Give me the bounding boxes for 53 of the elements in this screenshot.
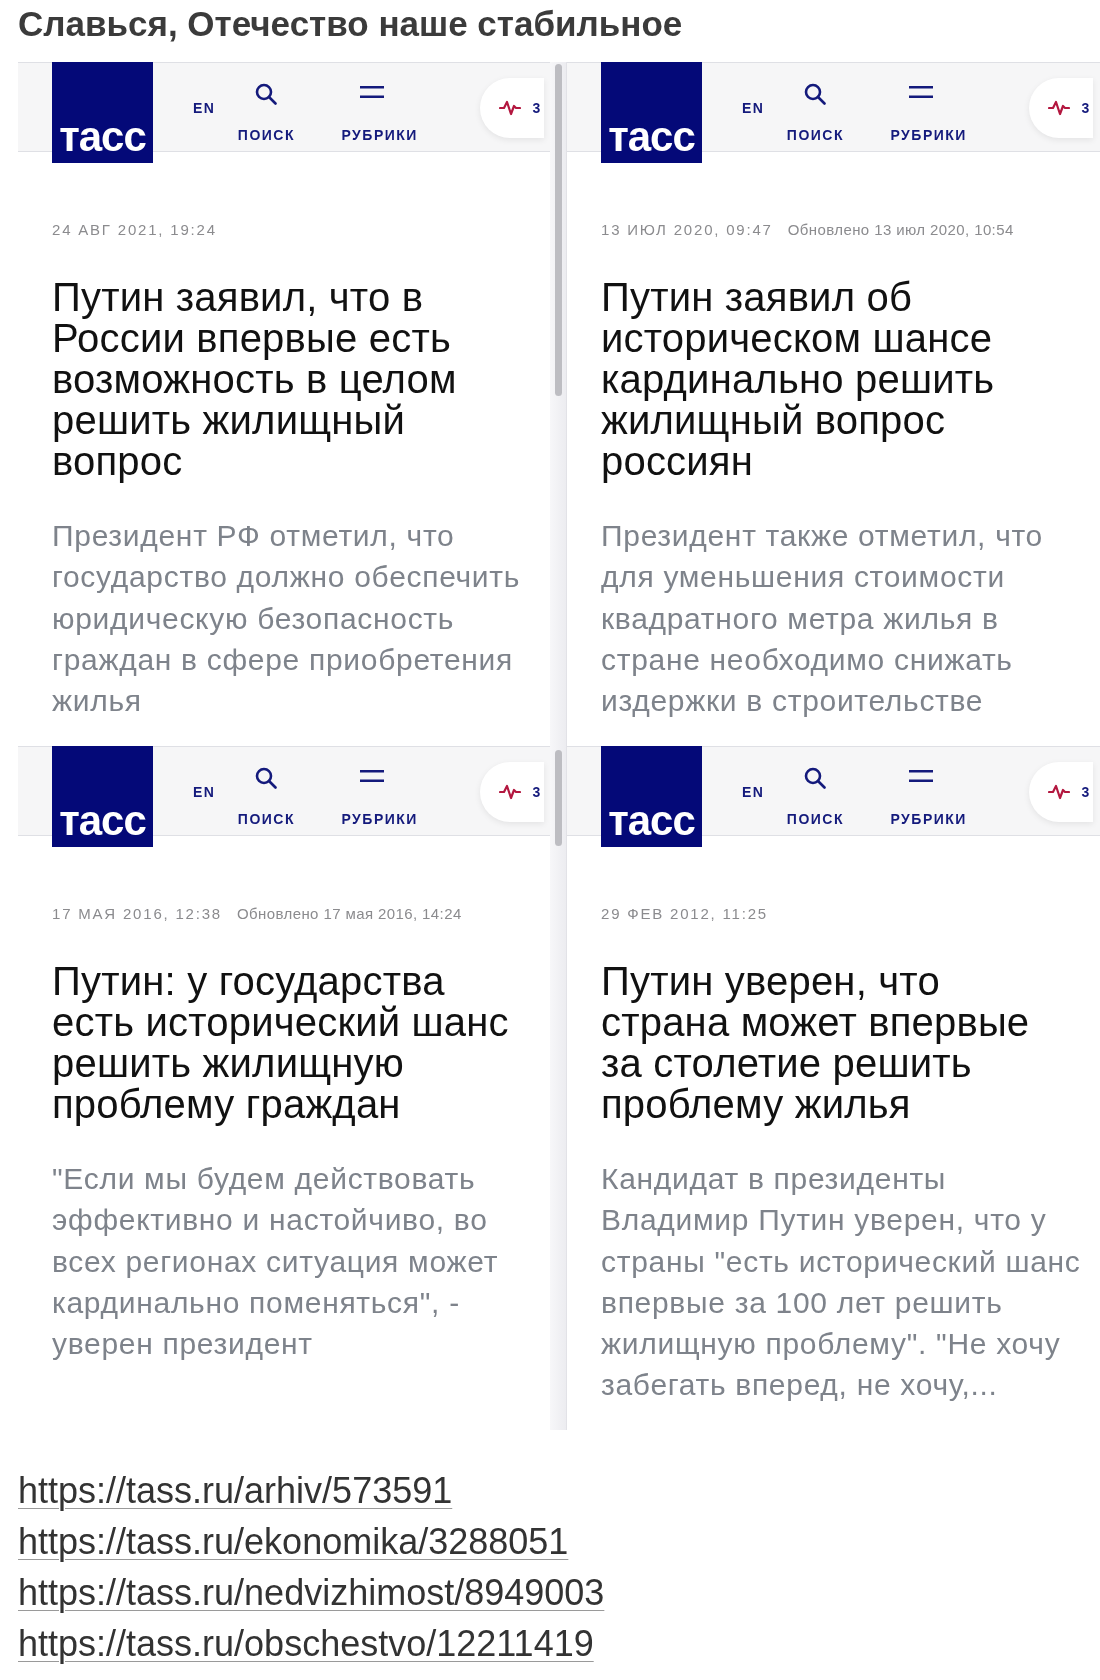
- rubrics-button[interactable]: РУБРИКИ: [890, 770, 981, 828]
- menu-icon: [360, 86, 385, 98]
- logo[interactable]: тасс: [601, 746, 702, 847]
- headline: Путин заявил об историческом шансе кардинально решить жилищный вопрос россиян: [601, 277, 996, 482]
- language-link[interactable]: EN: [742, 783, 765, 801]
- search-icon: [255, 83, 278, 105]
- page-title: Славься, Отечество наше стабильное: [17, 3, 684, 44]
- pulse-icon: [499, 100, 522, 116]
- link[interactable]: https://tass.ru/nedvizhimost/8949003: [18, 1567, 605, 1618]
- pulse-icon: [499, 784, 522, 800]
- pulse-icon: [1048, 784, 1071, 800]
- counter-button[interactable]: 3: [1029, 762, 1094, 822]
- updated-text: Обновлено 17 мая 2016, 14:24: [237, 905, 462, 923]
- scrollbar-thumb[interactable]: [555, 64, 562, 396]
- search-icon: [255, 767, 278, 789]
- search-icon: [804, 767, 827, 789]
- summary-text: Президент РФ отметил, что государство должно обеспечить юридическую безопасность граждан в сфере приобретения жилья: [52, 518, 522, 720]
- date-text: 29 ФЕВ 2012, 11:25: [601, 905, 768, 923]
- search-button[interactable]: ПОИСК: [782, 83, 849, 144]
- menu-icon: [360, 770, 385, 782]
- link[interactable]: https://tass.ru/arhiv/573591: [18, 1465, 453, 1516]
- pulse-icon: [1048, 100, 1071, 116]
- updated-text: Обновлено 13 июл 2020, 10:54: [787, 221, 1014, 239]
- language-link[interactable]: EN: [742, 99, 765, 117]
- logo[interactable]: тасс: [601, 62, 702, 163]
- counter-button[interactable]: 3: [1029, 78, 1094, 138]
- headline: Путин заявил, что в России впервые есть возможность в целом решить жилищный вопрос: [52, 277, 458, 482]
- counter-button[interactable]: 3: [480, 78, 545, 138]
- date-text: 13 ИЮЛ 2020, 09:47: [601, 221, 773, 239]
- language-link[interactable]: EN: [193, 783, 216, 801]
- link[interactable]: https://tass.ru/obschestvo/12211419: [18, 1618, 594, 1669]
- search-button[interactable]: ПОИСК: [233, 767, 300, 828]
- summary-text: "Если мы будем действовать эффективно и настойчиво, во всех регионах ситуация может кардинально поменяться", - уверен президент: [52, 1161, 500, 1363]
- headline: Путин уверен, что страна может впервые за столетие решить проблему жилья: [601, 961, 1031, 1125]
- summary-text: Кандидат в президенты Владимир Путин уверен, что у страны "есть исторический шанс впервые за 100 лет решить жилищную проблему". "Не хочу забегать вперед, не хочу,...: [601, 1161, 1081, 1404]
- language-link[interactable]: EN: [193, 99, 216, 117]
- search-icon: [804, 83, 827, 105]
- counter-button[interactable]: 3: [480, 762, 545, 822]
- search-button[interactable]: ПОИСК: [233, 83, 300, 144]
- headline: Путин: у государства есть исторический шанс решить жилищную проблему граждан: [52, 961, 510, 1125]
- date-text: 17 МАЯ 2016, 12:38: [52, 905, 222, 923]
- logo[interactable]: тасс: [52, 746, 153, 847]
- logo[interactable]: тасс: [52, 62, 153, 163]
- rubrics-button[interactable]: РУБРИКИ: [341, 86, 432, 144]
- date-text: 24 АВГ 2021, 19:24: [52, 221, 217, 239]
- search-button[interactable]: ПОИСК: [782, 767, 849, 828]
- menu-icon: [909, 86, 934, 98]
- summary-text: Президент также отметил, что для уменьшения стоимости квадратного метра жилья в стране необходимо снижать издержки в строительстве: [601, 518, 1044, 720]
- rubrics-button[interactable]: РУБРИКИ: [341, 770, 432, 828]
- rubrics-button[interactable]: РУБРИКИ: [890, 86, 981, 144]
- link[interactable]: https://tass.ru/ekonomika/3288051: [18, 1516, 569, 1567]
- scrollbar-thumb[interactable]: [555, 750, 562, 846]
- menu-icon: [909, 770, 934, 782]
